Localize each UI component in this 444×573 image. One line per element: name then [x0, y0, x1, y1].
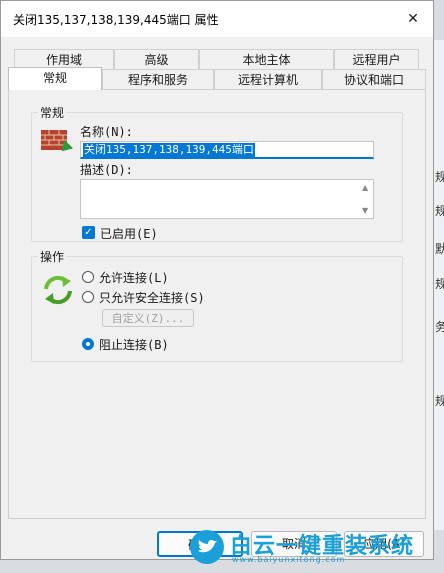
tab-local-principals[interactable]: 本地主体: [199, 49, 334, 70]
name-field-value: 关闭135,137,138,139,445端口: [83, 143, 255, 157]
action-group: 操作 允许连接(L) 只允许安全连接(S) 自定义(Z)... 阻止连接(B): [31, 248, 403, 362]
tab-remote-users[interactable]: 远程用户: [334, 49, 419, 70]
background-text: 规: [435, 277, 444, 291]
tab-remote-computers[interactable]: 远程计算机: [214, 69, 322, 90]
tab-panel-general: 常规 名称(N): 关闭135,137,138,139,445端口 描述(D):: [8, 89, 426, 519]
name-label: 名称(N):: [80, 125, 133, 139]
description-scrollbar[interactable]: ▲ ▼: [359, 180, 373, 218]
background-text: 默: [435, 242, 444, 256]
block-connection-label[interactable]: 阻止连接(B): [99, 336, 169, 353]
tab-advanced[interactable]: 高级: [114, 49, 199, 70]
scroll-down-icon[interactable]: ▼: [362, 206, 368, 215]
watermark: 白云一键重装系统 www.baiyunxitong.com: [190, 528, 434, 568]
watermark-url: www.baiyunxitong.com: [232, 555, 346, 564]
description-label: 描述(D):: [80, 163, 133, 177]
allow-connection-label[interactable]: 允许连接(L): [99, 269, 169, 286]
tab-general[interactable]: 常规: [8, 67, 102, 90]
enabled-checkbox[interactable]: ✓: [82, 226, 95, 239]
action-group-title: 操作: [38, 248, 67, 265]
background-window-right: 规 规 默 规 务 规: [434, 40, 444, 530]
close-icon[interactable]: ✕: [401, 7, 425, 31]
tab-programs-services[interactable]: 程序和服务: [102, 69, 214, 90]
twitter-bird-icon: [190, 530, 224, 564]
scroll-up-icon[interactable]: ▲: [362, 183, 368, 192]
refresh-arrows-icon: [44, 275, 72, 305]
background-text: 规: [435, 170, 444, 184]
background-text: 规: [435, 204, 444, 218]
tab-protocols-ports[interactable]: 协议和端口: [322, 69, 426, 90]
firewall-icon: [41, 130, 74, 152]
description-field[interactable]: ▲ ▼: [80, 179, 374, 219]
window-title: 关闭135,137,138,139,445端口 属性: [13, 13, 219, 27]
background-text: 规: [435, 394, 444, 408]
title-bar: 关闭135,137,138,139,445端口 属性 ✕: [1, 1, 433, 37]
allow-secure-radio[interactable]: [82, 291, 94, 303]
general-group-title: 常规: [38, 104, 67, 121]
allow-secure-label[interactable]: 只允许安全连接(S): [99, 289, 205, 306]
background-text: 务: [435, 320, 444, 334]
block-connection-radio[interactable]: [82, 338, 94, 350]
enabled-label[interactable]: 已启用(E): [100, 225, 158, 242]
customize-button[interactable]: 自定义(Z)...: [102, 309, 194, 327]
properties-dialog: 关闭135,137,138,139,445端口 属性 ✕ 作用域 高级 本地主体…: [0, 0, 434, 560]
general-group: 常规 名称(N): 关闭135,137,138,139,445端口 描述(D):: [31, 104, 403, 242]
allow-connection-radio[interactable]: [82, 271, 94, 283]
name-field[interactable]: 关闭135,137,138,139,445端口: [80, 141, 374, 159]
